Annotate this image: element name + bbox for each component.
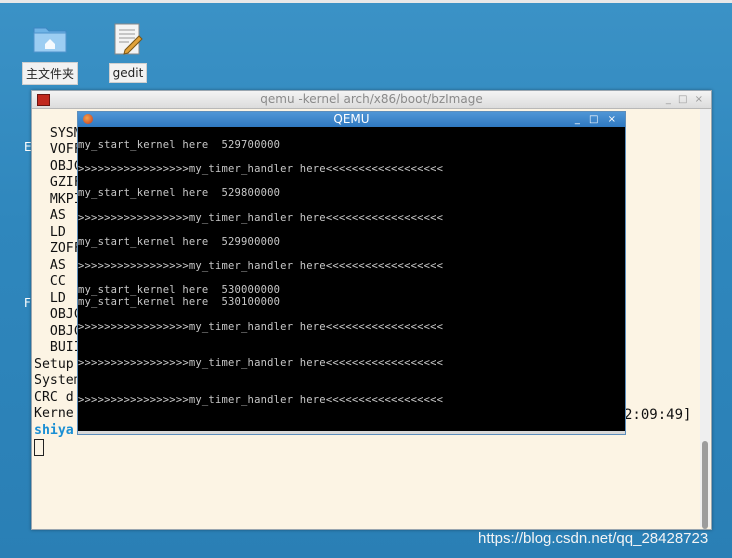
terminal-line: CRC d [34, 389, 74, 405]
desktop-icon-home-folder[interactable]: 主文件夹 [20, 22, 80, 85]
qemu-bottom-border [78, 431, 625, 434]
qemu-output-line: >>>>>>>>>>>>>>>>>my_timer_handler here<<… [78, 212, 444, 224]
terminal-line: Kerne [34, 406, 74, 421]
desktop-icon-gedit[interactable]: gedit [98, 22, 158, 83]
watermark-url: https://blog.csdn.net/qq_28428723 [478, 530, 709, 547]
terminal-line: Setup [34, 356, 74, 372]
qemu-output-line: my_start_kernel here 529900000 [78, 236, 281, 248]
qemu-output-line: my_start_kernel here 529700000 [78, 139, 281, 151]
terminal-line: CC [49, 274, 66, 289]
qemu-output-line: >>>>>>>>>>>>>>>>>my_timer_handler here<<… [78, 260, 444, 272]
terminal-line: AS [49, 257, 66, 273]
qemu-output-line: >>>>>>>>>>>>>>>>>my_timer_handler here<<… [78, 321, 444, 333]
terminal-window-controls[interactable]: _ □ × [666, 91, 705, 108]
qemu-window[interactable]: QEMU _ □ × my_start_kernel here 52970000… [77, 111, 626, 435]
terminal-title: qemu -kernel arch/x86/boot/bzImage [260, 92, 483, 106]
top-panel-strip [0, 0, 732, 3]
terminal-app-icon [37, 94, 50, 106]
qemu-screen[interactable]: my_start_kernel here 529700000 >>>>>>>>>… [78, 128, 625, 431]
qemu-output-line: >>>>>>>>>>>>>>>>>my_timer_handler here<<… [78, 394, 444, 406]
shell-prompt: shiya [34, 422, 74, 438]
desktop-side-letter-2: F [24, 296, 31, 310]
qemu-app-icon [83, 114, 93, 124]
gedit-label: gedit [108, 63, 148, 83]
home-folder-icon [32, 22, 68, 58]
home-folder-label: 主文件夹 [21, 62, 78, 85]
qemu-output-line: my_start_kernel here 530100000 [78, 296, 281, 308]
terminal-titlebar[interactable]: qemu -kernel arch/x86/boot/bzImage _ □ × [32, 91, 711, 109]
terminal-scrollbar-thumb[interactable] [702, 441, 708, 529]
qemu-title: QEMU [333, 112, 370, 126]
terminal-scrollbar[interactable] [700, 109, 710, 529]
terminal-line: System [34, 373, 82, 388]
terminal-line: LD [49, 224, 66, 240]
terminal-line: AS [49, 208, 66, 223]
prompt-time: 2:09:49] [624, 407, 692, 423]
qemu-output-line: my_start_kernel here 529800000 [78, 187, 281, 199]
qemu-titlebar[interactable]: QEMU _ □ × [78, 112, 625, 127]
qemu-output-line: >>>>>>>>>>>>>>>>>my_timer_handler here<<… [78, 163, 444, 175]
qemu-window-controls[interactable]: _ □ × [575, 112, 619, 127]
qemu-output-line: >>>>>>>>>>>>>>>>>my_timer_handler here<<… [78, 357, 444, 369]
terminal-cursor [34, 439, 44, 456]
terminal-line: LD [49, 290, 66, 306]
text-editor-icon [110, 22, 146, 58]
qemu-output-line: my_start_kernel here 530000000 [78, 284, 281, 296]
